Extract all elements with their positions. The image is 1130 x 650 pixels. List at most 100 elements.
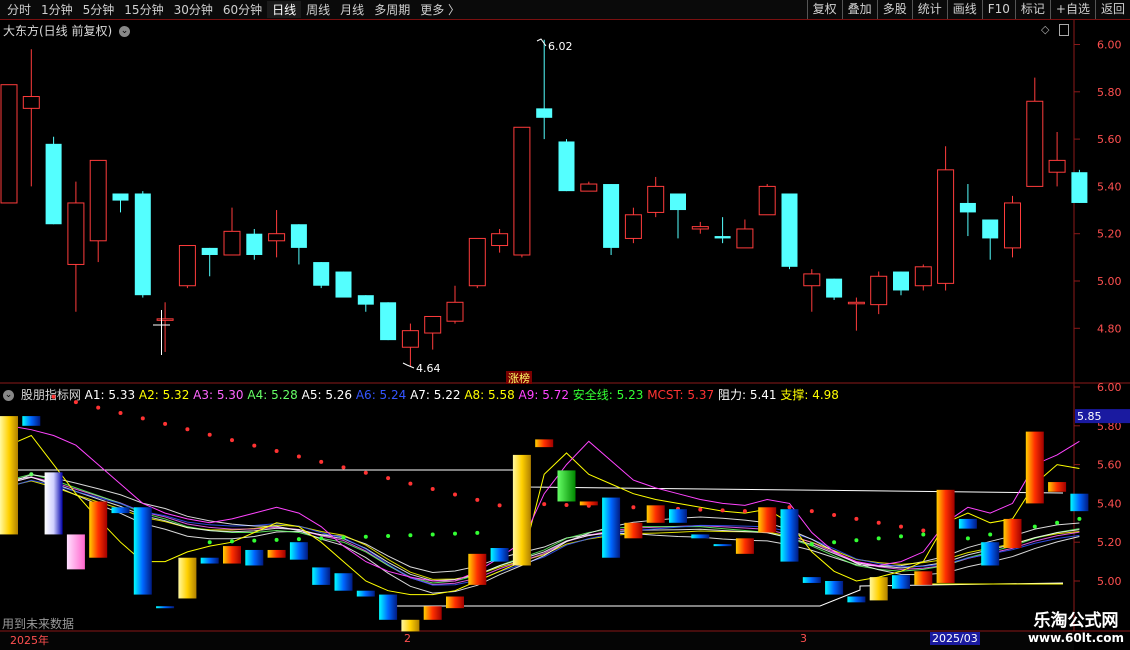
date-month-2: 2 — [404, 632, 411, 645]
indicator-pane — [0, 394, 1089, 632]
indicator-bar — [557, 470, 576, 502]
indicator-bar — [267, 549, 286, 558]
indicator-bar — [914, 571, 933, 585]
indicator-bar — [780, 509, 799, 562]
sar-dot-green — [809, 542, 814, 547]
watermark-title: 乐淘公式网 — [1033, 611, 1119, 631]
candle-body-down — [670, 193, 686, 211]
sar-dot — [832, 513, 837, 518]
candle-body-down — [603, 184, 620, 248]
sar-dot-green — [408, 533, 413, 538]
candle-body-down — [893, 271, 909, 291]
indicator-bar — [334, 573, 353, 591]
candle-body-up — [156, 318, 174, 321]
candle-body-up — [937, 169, 955, 284]
candle-body-up — [67, 202, 85, 265]
indicator-bar — [1003, 518, 1022, 549]
indicator-bar — [178, 557, 197, 599]
indicator-bar — [245, 549, 264, 566]
indicator-bar — [669, 509, 687, 523]
date-strip: 2025年 2 3 2025/03 — [0, 632, 1074, 650]
candle-body-up — [647, 185, 665, 213]
sar-dot — [207, 432, 212, 437]
candle-body-up — [803, 273, 821, 287]
indicator-bar — [156, 606, 175, 609]
sar-dot — [542, 502, 547, 507]
indicator-bar — [200, 557, 219, 564]
resistance-line — [0, 469, 1064, 494]
candle-body-up — [401, 330, 419, 348]
sar-dot — [118, 410, 123, 415]
indicator-bar — [713, 544, 732, 547]
candle-body-up — [691, 226, 709, 230]
indicator-bar — [1048, 482, 1067, 492]
sar-dot-green — [899, 534, 903, 539]
candle-body-up — [580, 183, 598, 192]
sar-dot-green — [341, 535, 346, 540]
sar-dot — [1055, 520, 1060, 525]
candle-body-up — [468, 237, 486, 287]
sar-dot-green — [207, 540, 212, 545]
sar-dot — [631, 505, 636, 510]
indicator-bar — [0, 416, 18, 535]
sar-dot-green — [319, 536, 324, 541]
sar-dot-green — [430, 532, 435, 537]
sar-dot — [899, 524, 903, 529]
watermark: 乐淘公式网 www.60lt.com — [1028, 606, 1124, 645]
sub-tick-label: 5.00 — [1097, 575, 1122, 588]
sar-dot — [475, 497, 480, 502]
sar-dot — [988, 532, 993, 537]
candle-body-down — [558, 141, 575, 192]
candle-body-up — [513, 126, 531, 256]
candle-body-down — [112, 193, 129, 201]
candle-body-down — [201, 247, 218, 255]
main-tick-label: 5.80 — [1097, 86, 1122, 99]
support-line — [390, 582, 1064, 607]
indicator-bar — [691, 534, 710, 539]
sar-dot — [742, 509, 747, 514]
sar-dot — [809, 509, 814, 514]
candle-body-down — [714, 236, 731, 239]
sar-dot — [430, 487, 435, 492]
indicator-bar — [892, 575, 910, 589]
candles — [0, 39, 1088, 367]
sar-dot-green — [274, 537, 279, 542]
candle-body-down — [246, 233, 263, 255]
candle-body-down — [781, 193, 798, 267]
sar-dot-green — [475, 530, 480, 535]
indicator-bar — [289, 542, 308, 560]
sar-dot — [51, 394, 56, 399]
sar-dot-green — [453, 531, 457, 536]
main-tick-label: 5.60 — [1097, 133, 1122, 146]
candle-body-down — [357, 295, 374, 305]
indicator-bar — [735, 538, 754, 554]
candle-body-up — [89, 159, 107, 242]
sar-dot — [96, 405, 101, 410]
sub-tick-label: 6.00 — [1097, 381, 1122, 394]
indicator-bar — [579, 501, 598, 506]
indicator-bar — [356, 590, 375, 597]
date-month-3: 3 — [800, 632, 807, 645]
candle-body-up — [178, 245, 196, 287]
sar-dot — [252, 443, 257, 448]
indicator-bar — [1070, 493, 1089, 512]
candle-body-up — [914, 266, 932, 287]
max-label: 6.02 — [548, 40, 573, 53]
candle-body-down — [959, 202, 976, 213]
candle-body-up — [268, 233, 286, 242]
indicator-bar — [958, 518, 977, 529]
indicator-bar — [401, 619, 420, 632]
sar-dot-green — [252, 538, 257, 543]
sar-dot-green — [230, 539, 234, 544]
indicator-bar — [468, 553, 487, 585]
candle-body-up — [1048, 159, 1066, 173]
sar-dot — [921, 528, 926, 533]
sar-dot — [163, 421, 168, 426]
candle-body-down — [335, 271, 352, 298]
sar-dot — [787, 505, 792, 510]
main-tick-label: 5.40 — [1097, 180, 1122, 193]
sar-dot-green — [363, 534, 368, 539]
watermark-url: www.60lt.com — [1027, 631, 1124, 645]
sub-tick-label: 5.40 — [1097, 497, 1122, 510]
candle-body-up — [0, 84, 18, 204]
